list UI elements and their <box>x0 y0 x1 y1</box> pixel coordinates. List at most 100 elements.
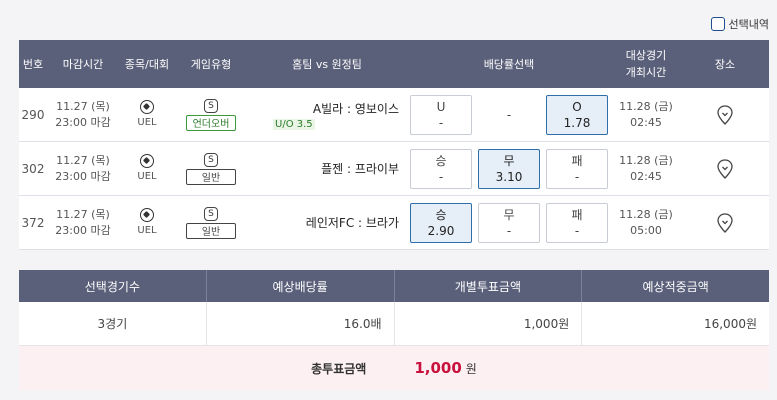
location-pin-icon[interactable] <box>717 212 733 233</box>
summary-odds: 16.0배 <box>207 302 395 345</box>
header-odds: 배당률선택 <box>483 57 535 71</box>
odds-button[interactable]: 패- <box>546 148 608 189</box>
soccer-ball-icon <box>140 99 154 114</box>
deadline-date: 11.27 (목) <box>56 99 110 113</box>
row-match: 레인저FC : 브라가 <box>247 196 407 249</box>
deadline-time: 23:00 마감 <box>55 169 111 183</box>
game-time: 02:45 <box>630 169 662 183</box>
top-bar: 선택내역 <box>0 0 777 40</box>
single-icon: S <box>204 98 218 113</box>
row-deadline: 11.27 (목) 23:00 마감 <box>47 88 119 141</box>
header-no: 번호 <box>22 57 44 71</box>
selection-history-toggle[interactable]: 선택내역 <box>710 16 769 32</box>
odds-value: - <box>574 169 580 184</box>
odds-label: 패 <box>571 153 583 168</box>
match-handicap: U/O 3.5 <box>273 118 315 130</box>
header-deadline: 마감시간 <box>62 57 104 71</box>
row-game-type: S 일반 <box>175 142 247 195</box>
game-type-badge: 언더오버 <box>186 114 236 131</box>
row-league: UEL <box>119 88 175 141</box>
header-place: 장소 <box>714 57 736 71</box>
total-stake-row: 총투표금액 1,000 원 <box>19 346 769 390</box>
game-date: 11.28 (금) <box>619 99 673 113</box>
soccer-ball-icon <box>140 153 154 168</box>
row-number: 302 <box>21 161 45 176</box>
single-icon: S <box>204 152 218 167</box>
game-type-badge: 일반 <box>186 168 236 185</box>
row-number: 290 <box>21 107 45 122</box>
summary-stake: 1,000원 <box>395 302 583 345</box>
summary-payout: 16,000원 <box>703 317 757 331</box>
odds-label: 승 <box>435 153 447 168</box>
single-icon: S <box>204 206 218 221</box>
deadline-time: 23:00 마감 <box>55 115 111 129</box>
header-game-time-line2: 개최시간 <box>625 66 667 79</box>
odds-button[interactable]: U- <box>410 94 472 135</box>
row-game-time: 11.28 (금) 02:45 <box>611 88 681 141</box>
row-place <box>681 196 769 249</box>
odds-button[interactable]: 승- <box>410 148 472 189</box>
summary-header: 선택경기수 예상배당률 개별투표금액 예상적중금액 <box>19 270 769 302</box>
header-game-time: 대상경기 개최시간 <box>611 40 681 88</box>
odds-button[interactable]: 무 3.10 <box>478 148 540 189</box>
match-teams: 레인저FC : 브라가 <box>305 216 399 230</box>
table-row: 290 11.27 (목) 23:00 마감 UEL S 언더오버 A빌라 : 영보이스 U/… <box>19 88 769 142</box>
summary-row: 3경기 16.0배 1,000원 16,000원 <box>19 302 769 346</box>
odds-button[interactable]: 승 2.90 <box>410 202 472 243</box>
odds-value: - <box>506 223 512 238</box>
game-time: 05:00 <box>630 223 662 237</box>
odds-label: 패 <box>571 207 583 222</box>
row-odds: 승 - 무 3.10 패 - <box>407 142 611 195</box>
summary-header-count: 선택경기수 <box>19 270 207 302</box>
summary-header-odds: 예상배당률 <box>207 270 395 302</box>
row-deadline: 11.27 (목) 23:00 마감 <box>47 142 119 195</box>
row-number: 372 <box>21 215 45 230</box>
odds-label: 승 <box>435 207 447 222</box>
total-stake-label: 총투표금액 <box>311 361 367 376</box>
total-stake-amount: 1,000 원 <box>414 359 477 377</box>
odds-value: - <box>574 223 580 238</box>
total-stake-unit: 원 <box>465 362 477 376</box>
game-date: 11.28 (금) <box>619 207 673 221</box>
league-name: UEL <box>137 224 157 236</box>
deadline-date: 11.27 (목) <box>56 207 110 221</box>
odds-button[interactable]: O 1.78 <box>546 94 608 135</box>
row-odds: U - - O 1.78 <box>407 88 611 141</box>
row-game-type: S 언더오버 <box>175 88 247 141</box>
checkbox-icon[interactable] <box>710 17 725 31</box>
odds-value: 2.90 <box>427 223 455 238</box>
header-match: 홈팀 vs 원정팀 <box>292 57 362 71</box>
league-name: UEL <box>137 116 157 128</box>
odds-label: 무 <box>503 153 515 168</box>
bet-summary: 선택경기수 예상배당률 개별투표금액 예상적중금액 3경기 16.0배 1,00… <box>19 270 769 390</box>
selection-history-label: 선택내역 <box>728 18 769 31</box>
summary-header-stake: 개별투표금액 <box>395 270 583 302</box>
row-game-time: 11.28 (금) 02:45 <box>611 142 681 195</box>
row-match: A빌라 : 영보이스 U/O 3.5 <box>247 88 407 141</box>
game-type-badge: 일반 <box>186 222 236 239</box>
row-league: UEL <box>119 142 175 195</box>
row-place <box>681 142 769 195</box>
odds-label: 무 <box>503 207 515 222</box>
deadline-time: 23:00 마감 <box>55 223 111 237</box>
odds-label: - <box>506 107 512 122</box>
row-place <box>681 88 769 141</box>
table-header: 번호 마감시간 종목/대회 게임유형 홈팀 vs 원정팀 배당률선택 대상경기 … <box>19 40 769 88</box>
odds-value: - <box>438 169 444 184</box>
league-name: UEL <box>137 170 157 182</box>
location-pin-icon[interactable] <box>717 104 733 125</box>
table-row: 302 11.27 (목) 23:00 마감 UEL S 일반 플젠 : 프라이부 승 - 무 3.… <box>19 142 769 196</box>
row-deadline: 11.27 (목) 23:00 마감 <box>47 196 119 249</box>
odds-value: 3.10 <box>495 169 523 184</box>
odds-value: 1.78 <box>563 115 591 130</box>
odds-button[interactable]: 패- <box>546 202 608 243</box>
odds-label: O <box>572 99 582 114</box>
table-row: 372 11.27 (목) 23:00 마감 UEL S 일반 레인저FC : 브라가 승 2.… <box>19 196 769 250</box>
match-table: 번호 마감시간 종목/대회 게임유형 홈팀 vs 원정팀 배당률선택 대상경기 … <box>19 40 769 250</box>
total-stake-value: 1,000 <box>414 359 462 377</box>
odds-button[interactable]: 무- <box>478 202 540 243</box>
odds-value: - <box>438 115 444 130</box>
row-match: 플젠 : 프라이부 <box>247 142 407 195</box>
game-date: 11.28 (금) <box>619 153 673 167</box>
location-pin-icon[interactable] <box>717 158 733 179</box>
